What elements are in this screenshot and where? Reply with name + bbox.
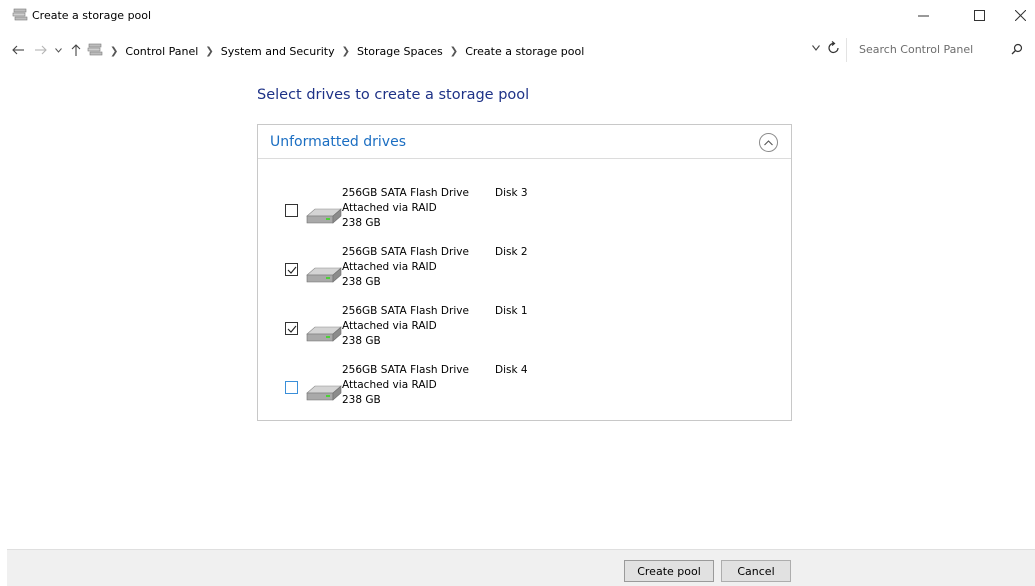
chevron-right-icon[interactable]: ❯ [450,46,458,57]
drive-connection: Attached via RAID [342,202,437,214]
drive-checkbox[interactable] [285,204,298,217]
drive-row-disk-1[interactable]: 256GB SATA Flash Drive Attached via RAID… [258,305,791,361]
drive-row-disk-2[interactable]: 256GB SATA Flash Drive Attached via RAID… [258,246,791,302]
drive-connection: Attached via RAID [342,379,437,391]
checkmark-icon [287,266,296,274]
hard-drive-icon [306,385,342,401]
drive-checkbox[interactable] [285,263,298,276]
drive-checkbox[interactable] [285,322,298,335]
drive-disk-number: Disk 2 [495,246,528,258]
hard-drive-icon [306,326,342,342]
chevron-down-icon [54,47,62,53]
checkmark-icon [287,325,296,333]
drives-group-header[interactable]: Unformatted drives [258,125,791,159]
search-placeholder: Search Control Panel [859,43,974,56]
page-heading: Select drives to create a storage pool [257,87,530,103]
arrow-up-icon [71,43,81,56]
hard-drive-icon [306,208,342,224]
drive-connection: Attached via RAID [342,261,437,273]
window-title: Create a storage pool [32,9,152,22]
drive-name: 256GB SATA Flash Drive [342,187,469,199]
drive-disk-number: Disk 3 [495,187,528,199]
search-icon[interactable] [1010,42,1024,56]
arrow-left-icon [11,45,24,55]
navigation-bar: ❯ Control Panel ❯ System and Security ❯ … [0,31,1035,69]
collapse-group-button[interactable] [759,133,778,152]
refresh-button[interactable] [828,41,840,58]
chevron-right-icon[interactable]: ❯ [342,46,350,57]
close-icon [1014,10,1026,21]
drive-size: 238 GB [342,276,381,288]
search-input[interactable]: Search Control Panel [846,38,1028,62]
forward-button[interactable] [32,43,48,57]
window-left-edge [0,69,7,586]
minimize-icon [917,15,929,17]
chevron-down-icon [812,45,820,51]
close-button[interactable] [1000,0,1035,31]
up-button[interactable] [68,43,84,57]
group-title: Unformatted drives [270,134,406,150]
drive-size: 238 GB [342,394,381,406]
storage-spaces-icon [12,8,28,21]
drive-name: 256GB SATA Flash Drive [342,246,469,258]
chevron-up-icon [764,139,773,145]
drive-row-disk-3[interactable]: 256GB SATA Flash Drive Attached via RAID… [258,187,791,243]
breadcrumb-system-and-security[interactable]: System and Security [221,45,335,58]
maximize-button[interactable] [959,0,999,31]
arrow-right-icon [34,45,47,55]
footer-bar: Create pool Cancel [7,549,1035,586]
drive-name: 256GB SATA Flash Drive [342,305,469,317]
address-dropdown-button[interactable] [812,43,820,54]
maximize-icon [973,10,985,21]
breadcrumb-create-a-storage-pool[interactable]: Create a storage pool [465,45,584,58]
breadcrumb-storage-spaces[interactable]: Storage Spaces [357,45,443,58]
drive-disk-number: Disk 1 [495,305,528,317]
drive-name: 256GB SATA Flash Drive [342,364,469,376]
drive-size: 238 GB [342,217,381,229]
chevron-right-icon: ❯ [110,45,119,57]
chevron-right-icon[interactable]: ❯ [205,46,213,57]
breadcrumb-control-panel[interactable]: Control Panel [125,45,198,58]
drives-group-panel: Unformatted drives 256GB SATA Flash Driv… [257,124,792,421]
drive-size: 238 GB [342,335,381,347]
drive-checkbox[interactable] [285,381,298,394]
storage-spaces-icon [87,43,103,56]
drive-connection: Attached via RAID [342,320,437,332]
hard-drive-icon [306,267,342,283]
back-button[interactable] [10,43,26,57]
refresh-icon [828,41,839,54]
drive-disk-number: Disk 4 [495,364,528,376]
minimize-button[interactable] [903,0,943,31]
breadcrumb: ❯ Control Panel ❯ System and Security ❯ … [104,43,584,59]
drive-row-disk-4[interactable]: 256GB SATA Flash Drive Attached via RAID… [258,364,791,420]
recent-locations-button[interactable] [53,43,63,57]
create-pool-button[interactable]: Create pool [624,560,714,582]
cancel-button[interactable]: Cancel [721,560,791,582]
title-bar: Create a storage pool [0,0,1035,31]
